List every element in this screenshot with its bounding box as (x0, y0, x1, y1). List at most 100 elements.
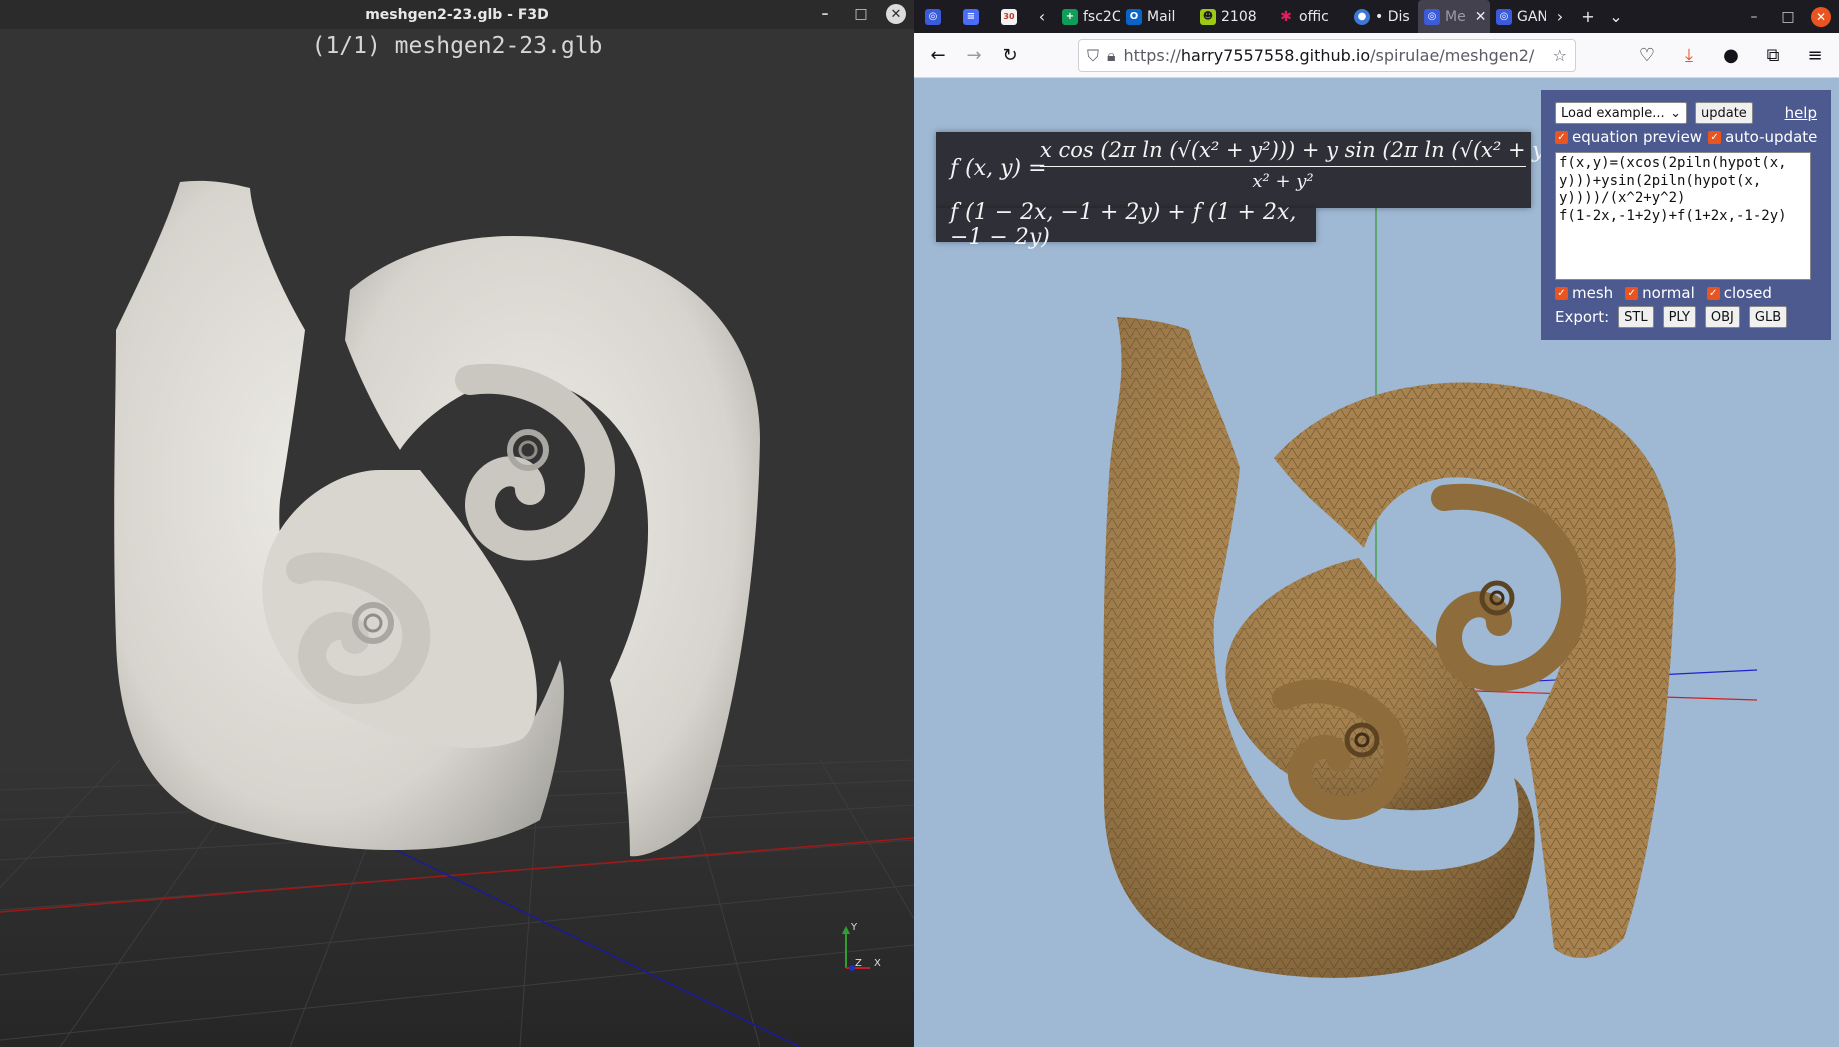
spirulae-icon: ◎ (1496, 8, 1512, 25)
outlook-icon: O (1126, 8, 1142, 25)
maximize-icon[interactable]: □ (1777, 6, 1799, 28)
checkbox-label: closed (1723, 284, 1772, 302)
checkbox-checked-icon: ✓ (1555, 286, 1568, 300)
x-axis-label: X (874, 958, 881, 969)
equation-line-2: f (1 − 2x, −1 + 2y) + f (1 + 2x, −1 − 2y… (936, 200, 1316, 250)
equation-preview: f (x, y) = x cos (2π ln (√(x² + y²))) + … (936, 132, 1577, 208)
spirulae-icon: ◎ (925, 8, 941, 25)
extensions-icon[interactable]: ⧉ (1755, 37, 1791, 73)
tab-calendar-pinned[interactable]: 30 (990, 0, 1028, 33)
tab-discord[interactable]: ● • Dis (1348, 0, 1418, 33)
checkbox-checked-icon: ✓ (1555, 130, 1568, 144)
maximize-icon[interactable]: □ (850, 3, 872, 25)
normal-checkbox[interactable]: ✓ normal (1625, 284, 1695, 302)
bookmark-star-icon[interactable]: ☆ (1553, 46, 1567, 65)
equation-denominator: x² + y² (1252, 171, 1314, 192)
equation-numerator: x cos (2π ln (√(x² + y²))) + y sin (2π l… (1040, 138, 1577, 167)
tab-label: 2108 (1221, 8, 1257, 25)
url-scheme: https:// (1123, 46, 1181, 65)
sheets-icon: + (1062, 8, 1078, 25)
reload-icon[interactable]: ↻ (992, 37, 1028, 73)
pocket-icon[interactable]: ♡ (1629, 37, 1665, 73)
url-bar[interactable]: ⛉ 🔒︎ https://harry7557558.github.io/spir… (1078, 39, 1576, 72)
export-ply-button[interactable]: PLY (1662, 306, 1696, 328)
checkbox-label: equation preview (1572, 128, 1703, 146)
back-icon[interactable]: ← (920, 37, 956, 73)
firefox-window: ◎ ≡ 30 ‹ + fsc2C O Mail ☻ 2108 ✱ offic ●… (914, 0, 1839, 1047)
help-link[interactable]: help (1785, 104, 1817, 122)
checkbox-label: normal (1642, 284, 1695, 302)
filename-overlay: (1/1) meshgen2-23.glb (311, 33, 603, 59)
shield-icon[interactable]: ⛉ (1087, 46, 1099, 66)
update-button[interactable]: update (1695, 102, 1753, 124)
docs-icon: ≡ (963, 8, 979, 25)
y-arrowhead (842, 926, 850, 934)
desktop: meshgen2-23.glb - F3D – □ ✕ (1/1) meshge… (0, 0, 1839, 1047)
export-stl-button[interactable]: STL (1618, 306, 1654, 328)
tab-label: offic (1299, 8, 1329, 25)
spirulae-icon: ◎ (1424, 8, 1440, 25)
tab-label: Mail (1147, 8, 1176, 25)
tab-sheets[interactable]: + fsc2C (1056, 0, 1120, 33)
tab-label: • Dis (1375, 8, 1410, 25)
z-axis-label: Z (855, 958, 862, 969)
tab-label: fsc2C (1083, 8, 1120, 25)
tab-gan[interactable]: ◎ GAN (1490, 0, 1546, 33)
export-obj-button[interactable]: OBJ (1704, 306, 1740, 328)
url-text[interactable]: https://harry7557558.github.io/spirulae/… (1124, 46, 1545, 65)
chrome-icon: ● (1354, 8, 1370, 25)
url-path: /spirulae/meshgen2/ (1370, 46, 1535, 65)
minimize-icon[interactable]: – (1743, 6, 1765, 28)
gray-mesh (114, 180, 760, 857)
slack-icon: ✱ (1280, 8, 1292, 25)
forward-icon[interactable]: → (956, 37, 992, 73)
y-axis-label: Y (850, 922, 858, 933)
f3d-viewport[interactable] (0, 29, 914, 1047)
tab-2108[interactable]: ☻ 2108 (1194, 0, 1272, 33)
f3d-titlebar[interactable]: meshgen2-23.glb - F3D – □ ✕ (0, 0, 914, 29)
close-icon[interactable]: ✕ (886, 4, 906, 24)
checkbox-checked-icon: ✓ (1625, 286, 1639, 300)
calendar-icon: 30 (1001, 8, 1017, 25)
equation-lhs: f (x, y) = (950, 156, 1047, 181)
minimize-icon[interactable]: – (814, 3, 836, 25)
new-tab-icon[interactable]: + (1574, 7, 1602, 26)
page-content: f (x, y) = x cos (2π ln (√(x² + y²))) + … (914, 78, 1839, 1047)
window-title: meshgen2-23.glb - F3D (365, 6, 549, 23)
tab-label: Me (1445, 8, 1466, 25)
tab-spirulae-pinned[interactable]: ◎ (914, 0, 952, 33)
tab-slack[interactable]: ✱ offic (1272, 0, 1348, 33)
equation-fraction: x cos (2π ln (√(x² + y²))) + y sin (2π l… (1040, 138, 1577, 192)
axes-gizmo: Y Z X (842, 922, 881, 971)
closed-checkbox[interactable]: ✓ closed (1706, 284, 1772, 302)
tab-meshgen-active[interactable]: ◎ Me ✕ (1418, 0, 1490, 33)
tab-docs-pinned[interactable]: ≡ (952, 0, 990, 33)
export-glb-button[interactable]: GLB (1748, 306, 1788, 328)
list-all-tabs-icon[interactable]: ⌄ (1602, 7, 1630, 26)
export-label: Export: (1555, 308, 1610, 326)
close-icon[interactable]: ✕ (1811, 6, 1831, 27)
mesh-checkbox[interactable]: ✓ mesh (1555, 284, 1613, 302)
auto-update-checkbox[interactable]: ✓ auto-update (1708, 128, 1817, 146)
example-select[interactable]: Load example... ⌄ (1555, 102, 1687, 124)
downloads-icon[interactable]: ⤓ (1671, 37, 1707, 73)
f3d-window: meshgen2-23.glb - F3D – □ ✕ (1/1) meshge… (0, 0, 914, 1047)
tab-close-icon[interactable]: ✕ (1475, 9, 1487, 25)
green-app-icon: ☻ (1200, 8, 1216, 25)
equation-textarea[interactable]: f(x,y)=(xcos(2piln(hypot(x,y)))+ysin(2pi… (1555, 152, 1811, 280)
lock-icon[interactable]: 🔒︎ (1107, 46, 1116, 66)
scroll-tabs-left-icon[interactable]: ‹ (1028, 7, 1056, 26)
account-icon[interactable]: ● (1713, 37, 1749, 73)
gold-mesh (1103, 317, 1676, 978)
checkbox-label: auto-update (1725, 128, 1818, 146)
tab-label: GAN (1517, 8, 1546, 25)
checkbox-checked-icon: ✓ (1706, 286, 1720, 300)
nav-bar: ← → ↻ ⛉ 🔒︎ https://harry7557558.github.i… (914, 33, 1839, 78)
tab-mail[interactable]: O Mail (1120, 0, 1194, 33)
control-panel: Load example... ⌄ update help ✓ equation … (1541, 90, 1831, 340)
checkbox-label: mesh (1572, 284, 1614, 302)
example-select-value: Load example... (1561, 105, 1665, 121)
menu-icon[interactable]: ≡ (1797, 37, 1833, 73)
equation-preview-checkbox[interactable]: ✓ equation preview (1555, 128, 1702, 146)
scroll-tabs-right-icon[interactable]: › (1546, 7, 1574, 26)
